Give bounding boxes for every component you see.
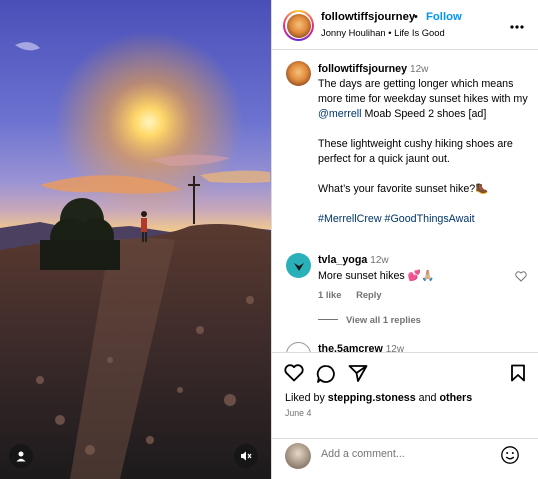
comments-section[interactable]: followtiffsjourney 12w The days are gett… (272, 50, 538, 352)
action-bar: Liked by stepping.stoness and others Jun… (272, 352, 538, 438)
caption-time: 12w (410, 64, 429, 75)
comment-time: 12w (370, 255, 389, 266)
share-icon[interactable] (348, 364, 368, 387)
comment-meta: 1 like Reply (318, 289, 394, 300)
mention-link[interactable]: @merrell (318, 108, 362, 120)
emoji-icon[interactable] (500, 445, 520, 470)
post-header: followtiffsjourney • Follow Jonny Houlih… (272, 0, 538, 50)
bookmark-icon[interactable] (510, 364, 526, 387)
commenter-username[interactable]: tvla_yoga (318, 254, 367, 266)
post-panel: followtiffsjourney • Follow Jonny Houlih… (271, 0, 538, 479)
add-comment-bar (272, 438, 538, 479)
caption-text-2: Moab Speed 2 shoes [ad] (364, 108, 487, 120)
more-horizontal-icon[interactable] (510, 16, 524, 34)
reply-button[interactable]: Reply (356, 289, 382, 300)
commenter-avatar[interactable] (286, 253, 311, 278)
caption-username[interactable]: followtiffsjourney (318, 63, 407, 75)
view-replies-label: View all 1 replies (346, 314, 421, 325)
post-media[interactable] (0, 0, 271, 479)
user-tag-icon[interactable] (9, 444, 33, 468)
instagram-post-view: followtiffsjourney • Follow Jonny Houlih… (0, 0, 538, 479)
liked-by-prefix: Liked by (285, 392, 325, 404)
audio-subtitle[interactable]: Jonny Houlihan • Life Is Good (321, 27, 445, 38)
caption-text-1: The days are getting longer which means … (318, 78, 528, 105)
caption-paragraph-2: These lightweight cushy hiking shoes are… (318, 138, 513, 165)
follow-button[interactable]: Follow (426, 11, 462, 23)
liked-by-text: Liked by stepping.stoness and others (285, 392, 472, 404)
comment-header: the.5amcrew 12w (318, 343, 404, 352)
liked-by-others[interactable]: others (440, 392, 473, 404)
liked-by-user[interactable]: stepping.stoness (328, 392, 416, 404)
comment-likes[interactable]: 1 like (318, 289, 341, 300)
commenter-username[interactable]: the.5amcrew (318, 343, 383, 352)
heart-icon[interactable] (515, 269, 527, 287)
hashtags-link[interactable]: #MerrellCrew #GoodThingsAwait (318, 212, 528, 227)
caption-paragraph-3: What’s your favorite sunset hike?🥾 (318, 183, 489, 195)
mute-icon[interactable] (234, 444, 258, 468)
comment-text: More sunset hikes 💕🙏🏼 (318, 270, 435, 282)
current-user-avatar (285, 443, 311, 469)
sunset-hike-photo (0, 0, 271, 479)
post-date: June 4 (285, 408, 312, 418)
author-username[interactable]: followtiffsjourney (321, 11, 415, 23)
caption: followtiffsjourney 12w The days are gett… (318, 62, 528, 227)
header-separator: • (414, 11, 418, 23)
comment-icon[interactable] (316, 364, 336, 389)
comment-time: 12w (385, 344, 405, 352)
liked-by-and: and (418, 392, 437, 404)
view-replies-button[interactable]: View all 1 replies (318, 314, 421, 325)
author-avatar[interactable] (283, 10, 314, 41)
comment-header: tvla_yoga 12w (318, 254, 389, 266)
comment-input[interactable] (321, 448, 491, 460)
caption-author-avatar[interactable] (286, 61, 311, 86)
commenter-avatar[interactable] (286, 342, 311, 352)
heart-icon[interactable] (284, 364, 304, 387)
